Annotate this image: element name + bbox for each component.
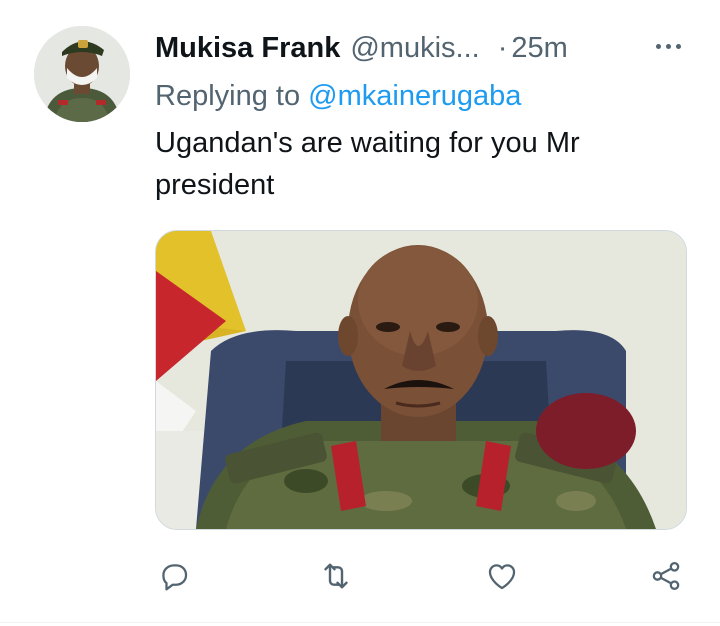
- divider: [0, 622, 720, 623]
- tweet-photo: [156, 231, 686, 529]
- tweet-text: Ugandan's are waiting for you Mr preside…: [155, 127, 580, 201]
- timestamp[interactable]: 25m: [511, 26, 567, 70]
- avatar[interactable]: [34, 26, 130, 122]
- user-handle[interactable]: @mukis...: [350, 26, 479, 70]
- replying-to: Replying to @mkainerugaba: [155, 78, 521, 114]
- tweet: Mukisa Frank @mukis... · 25m Replying to…: [0, 0, 720, 626]
- display-name[interactable]: Mukisa Frank: [155, 26, 340, 70]
- reply-mention-link[interactable]: @mkainerugaba: [308, 80, 521, 112]
- avatar-image: [34, 26, 130, 122]
- reply-icon[interactable]: [154, 556, 194, 596]
- more-horizontal-icon[interactable]: [650, 34, 686, 58]
- tweet-media[interactable]: [155, 230, 687, 530]
- heart-icon[interactable]: [482, 556, 522, 596]
- retweet-icon[interactable]: [316, 556, 356, 596]
- share-icon[interactable]: [646, 556, 686, 596]
- tweet-header: Mukisa Frank @mukis... · 25m: [155, 26, 568, 70]
- action-bar: [0, 556, 720, 600]
- replying-to-label: Replying to: [155, 80, 301, 112]
- separator-dot: ·: [497, 32, 508, 64]
